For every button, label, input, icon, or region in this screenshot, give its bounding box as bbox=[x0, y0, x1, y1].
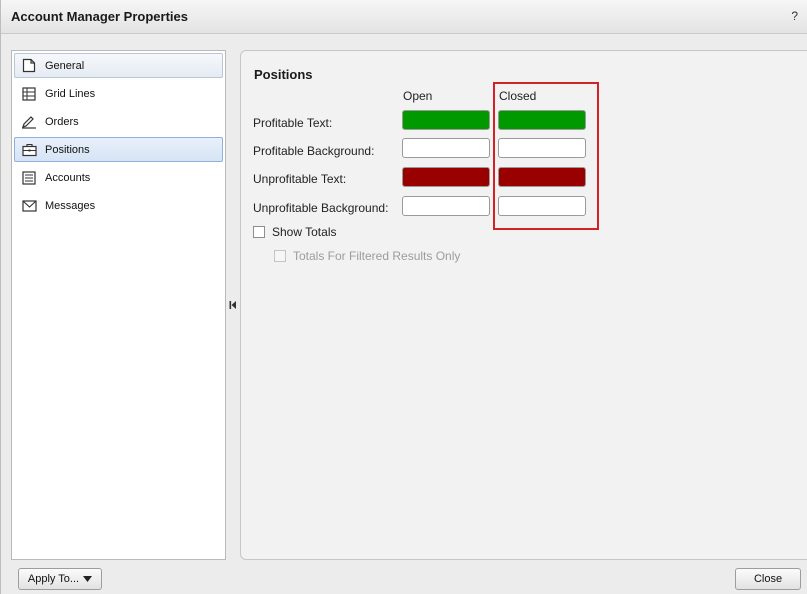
sidebar-item-positions[interactable]: Positions bbox=[14, 137, 223, 162]
chevron-down-icon bbox=[83, 576, 93, 582]
close-button[interactable]: Close bbox=[735, 568, 801, 590]
close-label: Close bbox=[753, 573, 783, 585]
profitable-background-open-swatch[interactable] bbox=[402, 138, 490, 158]
sidebar-item-accounts[interactable]: Accounts bbox=[14, 165, 223, 190]
unprofitable-background-label: Unprofitable Background: bbox=[253, 201, 389, 215]
briefcase-icon bbox=[21, 142, 37, 158]
unprofitable-text-open-swatch[interactable] bbox=[402, 167, 490, 187]
panel-title: Positions bbox=[254, 67, 313, 82]
filtered-only-checkbox[interactable] bbox=[274, 250, 286, 262]
profitable-text-label: Profitable Text: bbox=[253, 116, 333, 130]
show-totals-checkbox[interactable] bbox=[253, 226, 265, 238]
closed-column-highlight bbox=[493, 82, 599, 230]
sidebar-item-general[interactable]: General bbox=[14, 53, 223, 78]
filtered-only-row: Totals For Filtered Results Only bbox=[274, 249, 460, 263]
collapse-sidebar-icon[interactable] bbox=[229, 298, 237, 312]
profitable-background-label: Profitable Background: bbox=[253, 144, 375, 158]
help-button[interactable]: ? bbox=[791, 9, 798, 23]
unprofitable-text-label: Unprofitable Text: bbox=[253, 172, 347, 186]
column-header-open: Open bbox=[403, 89, 433, 103]
show-totals-label: Show Totals bbox=[272, 225, 337, 239]
account-manager-properties-dialog: Account Manager Properties ? General Gri… bbox=[0, 0, 807, 594]
show-totals-row[interactable]: Show Totals bbox=[253, 225, 336, 239]
apply-to-label: Apply To... bbox=[27, 573, 80, 585]
sidebar-item-label: General bbox=[45, 59, 85, 72]
sidebar-item-label: Messages bbox=[45, 199, 96, 212]
positions-settings-panel: Positions Open Closed Profitable Text: P… bbox=[240, 50, 807, 560]
apply-to-button[interactable]: Apply To... bbox=[18, 568, 102, 590]
unprofitable-background-open-swatch[interactable] bbox=[402, 196, 490, 216]
sidebar-item-messages[interactable]: Messages bbox=[14, 193, 223, 218]
list-icon bbox=[21, 170, 37, 186]
envelope-icon bbox=[21, 198, 37, 214]
profitable-text-open-swatch[interactable] bbox=[402, 110, 490, 130]
dialog-title-bar: Account Manager Properties ? bbox=[1, 0, 807, 34]
sidebar-item-label: Grid Lines bbox=[45, 87, 96, 100]
sidebar-item-label: Positions bbox=[45, 143, 90, 156]
page-icon bbox=[21, 58, 37, 74]
grid-icon bbox=[21, 86, 37, 102]
filtered-only-label: Totals For Filtered Results Only bbox=[293, 249, 461, 263]
sidebar-item-label: Accounts bbox=[45, 171, 91, 184]
dialog-title: Account Manager Properties bbox=[11, 9, 188, 24]
sidebar-item-grid-lines[interactable]: Grid Lines bbox=[14, 81, 223, 106]
sidebar-item-orders[interactable]: Orders bbox=[14, 109, 223, 134]
settings-sidebar: General Grid Lines Orders Positions Acco… bbox=[11, 50, 226, 560]
sidebar-item-label: Orders bbox=[45, 115, 79, 128]
pencil-icon bbox=[21, 114, 37, 130]
